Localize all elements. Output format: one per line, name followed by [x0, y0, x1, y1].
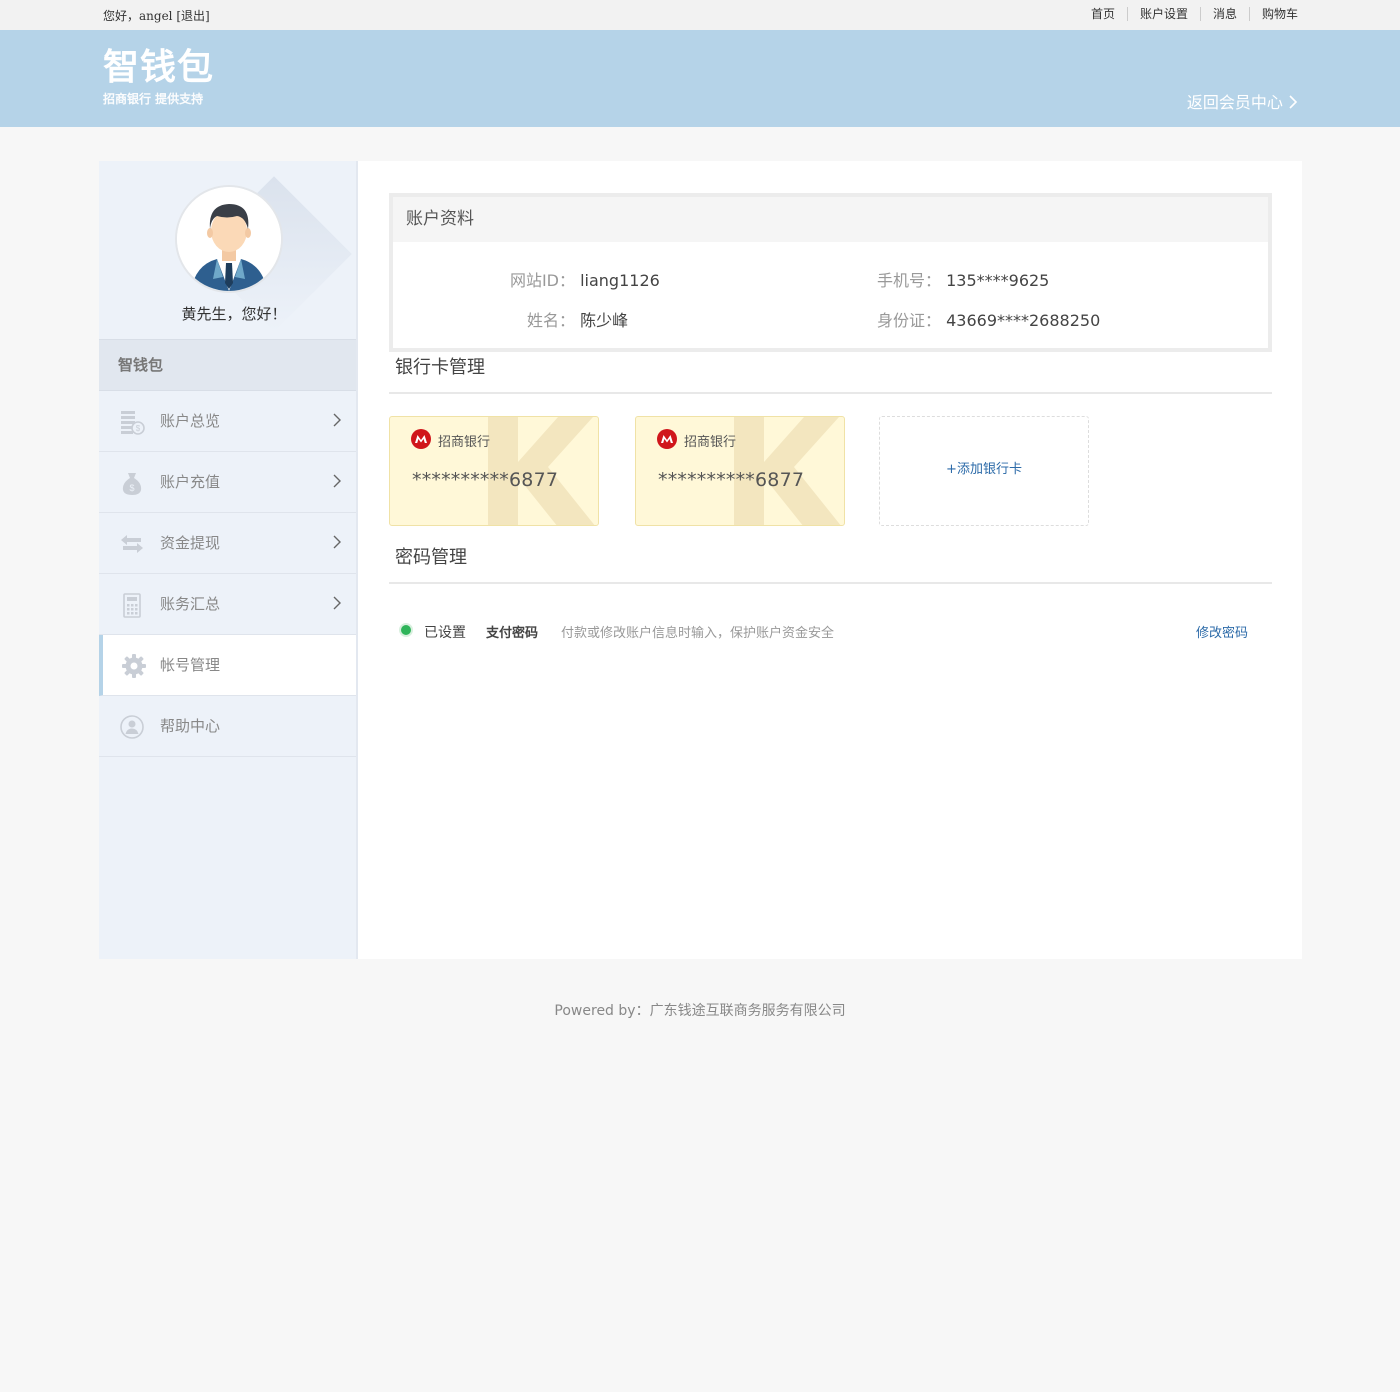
- id-card-value: 43669****2688250: [946, 311, 1101, 330]
- name-row: 姓名： 陈少峰: [393, 307, 628, 331]
- bank-card[interactable]: 招商银行 **********6877: [635, 416, 845, 526]
- svg-text:$: $: [136, 424, 141, 433]
- sidebar-item-recharge[interactable]: $ 账户充值: [99, 452, 356, 513]
- phone-value: 135****9625: [946, 271, 1050, 290]
- nav-messages-link[interactable]: 消息: [1199, 7, 1249, 21]
- sidebar-item-label: 账户充值: [160, 473, 221, 491]
- profile-panel: 黄先生，您好！: [99, 161, 356, 339]
- site-id-value: liang1126: [580, 271, 660, 290]
- cmb-logo-icon: [657, 429, 677, 449]
- back-link-label: 返回会员中心: [1186, 93, 1283, 112]
- sidebar-item-account-overview[interactable]: $ 账户总览: [99, 391, 356, 452]
- svg-text:$: $: [129, 483, 134, 493]
- sidebar-item-accounting-summary[interactable]: 账务汇总: [99, 574, 356, 635]
- top-nav: 首页 账户设置 消息 购物车: [1079, 7, 1298, 21]
- bank-card-list: 招商银行 **********6877 招商银行 **********6877 …: [389, 394, 1272, 542]
- card-number: **********6877: [412, 469, 559, 491]
- money-bag-icon: $: [122, 473, 142, 495]
- header-banner: 智钱包 招商银行 提供支持 返回会员中心: [0, 30, 1400, 127]
- account-info-panel: 账户资料 网站ID： liang1126 手机号： 135****9625 姓名…: [389, 193, 1272, 352]
- account-info-title: 账户资料: [393, 197, 1268, 242]
- site-id-row: 网站ID： liang1126: [393, 267, 660, 291]
- phone-label: 手机号：: [876, 271, 941, 290]
- coins-icon: $: [121, 411, 145, 435]
- nav-home-link[interactable]: 首页: [1079, 7, 1127, 21]
- chevron-right-icon: [333, 474, 341, 488]
- logout-link[interactable]: [退出]: [176, 9, 209, 23]
- sidebar-item-label: 帮助中心: [160, 717, 221, 735]
- avatar[interactable]: [175, 185, 283, 293]
- password-status: 已设置: [424, 625, 466, 641]
- user-greeting: 您好，angel [退出]: [103, 7, 210, 24]
- bank-card[interactable]: 招商银行 **********6877: [389, 416, 599, 526]
- sidebar-item-help-center[interactable]: 帮助中心: [99, 696, 356, 757]
- chevron-right-icon: [333, 596, 341, 610]
- user-welcome-text: 黄先生，您好！: [181, 305, 287, 323]
- bank-card-section-title: 银行卡管理: [389, 352, 1272, 394]
- brand-subtitle: 招商银行 提供支持: [103, 92, 204, 106]
- sidebar-item-withdraw[interactable]: 资金提现: [99, 513, 356, 574]
- user-avatar-icon: [177, 187, 281, 291]
- name-label: 姓名：: [526, 311, 575, 330]
- sidebar-item-label: 帐号管理: [160, 656, 221, 674]
- top-bar: 您好，angel [退出] 首页 账户设置 消息 购物车: [0, 0, 1400, 30]
- sidebar-item-label: 账户总览: [160, 412, 221, 430]
- footer-text: Powered by：广东钱途互联商务服务有限公司: [554, 1003, 846, 1019]
- transfer-icon: [121, 535, 143, 553]
- greeting-text: 您好，angel: [103, 9, 173, 23]
- chevron-right-icon: [1289, 95, 1298, 109]
- gear-icon: [122, 654, 146, 678]
- password-description: 付款或修改账户信息时输入，保护账户资金安全: [561, 626, 835, 641]
- cmb-logo-icon: [411, 429, 431, 449]
- site-id-label: 网站ID：: [509, 271, 575, 290]
- password-section-title: 密码管理: [389, 542, 1272, 584]
- brand-name: 智钱包: [103, 47, 215, 88]
- back-to-member-center-link[interactable]: 返回会员中心: [1187, 89, 1298, 113]
- help-icon: [120, 715, 144, 739]
- nav-cart-link[interactable]: 购物车: [1248, 7, 1298, 21]
- sidebar: 黄先生，您好！ 智钱包 $ 账户总览 $ 账户充值 资金提现 账务汇总 帐号管理…: [99, 161, 358, 959]
- name-value: 陈少峰: [580, 311, 629, 330]
- chevron-right-icon: [333, 413, 341, 427]
- status-ok-icon: [399, 623, 413, 637]
- sidebar-item-label: 账务汇总: [160, 595, 221, 613]
- sidebar-item-label: 资金提现: [160, 534, 221, 552]
- id-card-label: 身份证：: [876, 311, 941, 330]
- nav-account-settings-link[interactable]: 账户设置: [1126, 7, 1200, 21]
- bank-name: 招商银行: [684, 435, 737, 450]
- id-card-row: 身份证： 43669****2688250: [773, 307, 1100, 331]
- brand-logo: 智钱包 招商银行 提供支持: [103, 48, 214, 107]
- card-number: **********6877: [658, 469, 805, 491]
- password-type: 支付密码: [486, 626, 539, 641]
- chevron-right-icon: [333, 535, 341, 549]
- content-area: 账户资料 网站ID： liang1126 手机号： 135****9625 姓名…: [389, 193, 1272, 674]
- bank-name: 招商银行: [438, 435, 491, 450]
- calculator-icon: [123, 593, 141, 618]
- main-container: 黄先生，您好！ 智钱包 $ 账户总览 $ 账户充值 资金提现 账务汇总 帐号管理…: [99, 161, 1302, 959]
- change-password-link[interactable]: 修改密码: [1196, 622, 1248, 641]
- sidebar-section-title: 智钱包: [99, 339, 356, 391]
- phone-row: 手机号： 135****9625: [773, 267, 1049, 291]
- add-bank-card-button[interactable]: +添加银行卡: [879, 416, 1089, 526]
- sidebar-item-account-management[interactable]: 帐号管理: [99, 635, 356, 696]
- payment-password-row: 已设置 支付密码 付款或修改账户信息时输入，保护账户资金安全 修改密码: [389, 584, 1272, 674]
